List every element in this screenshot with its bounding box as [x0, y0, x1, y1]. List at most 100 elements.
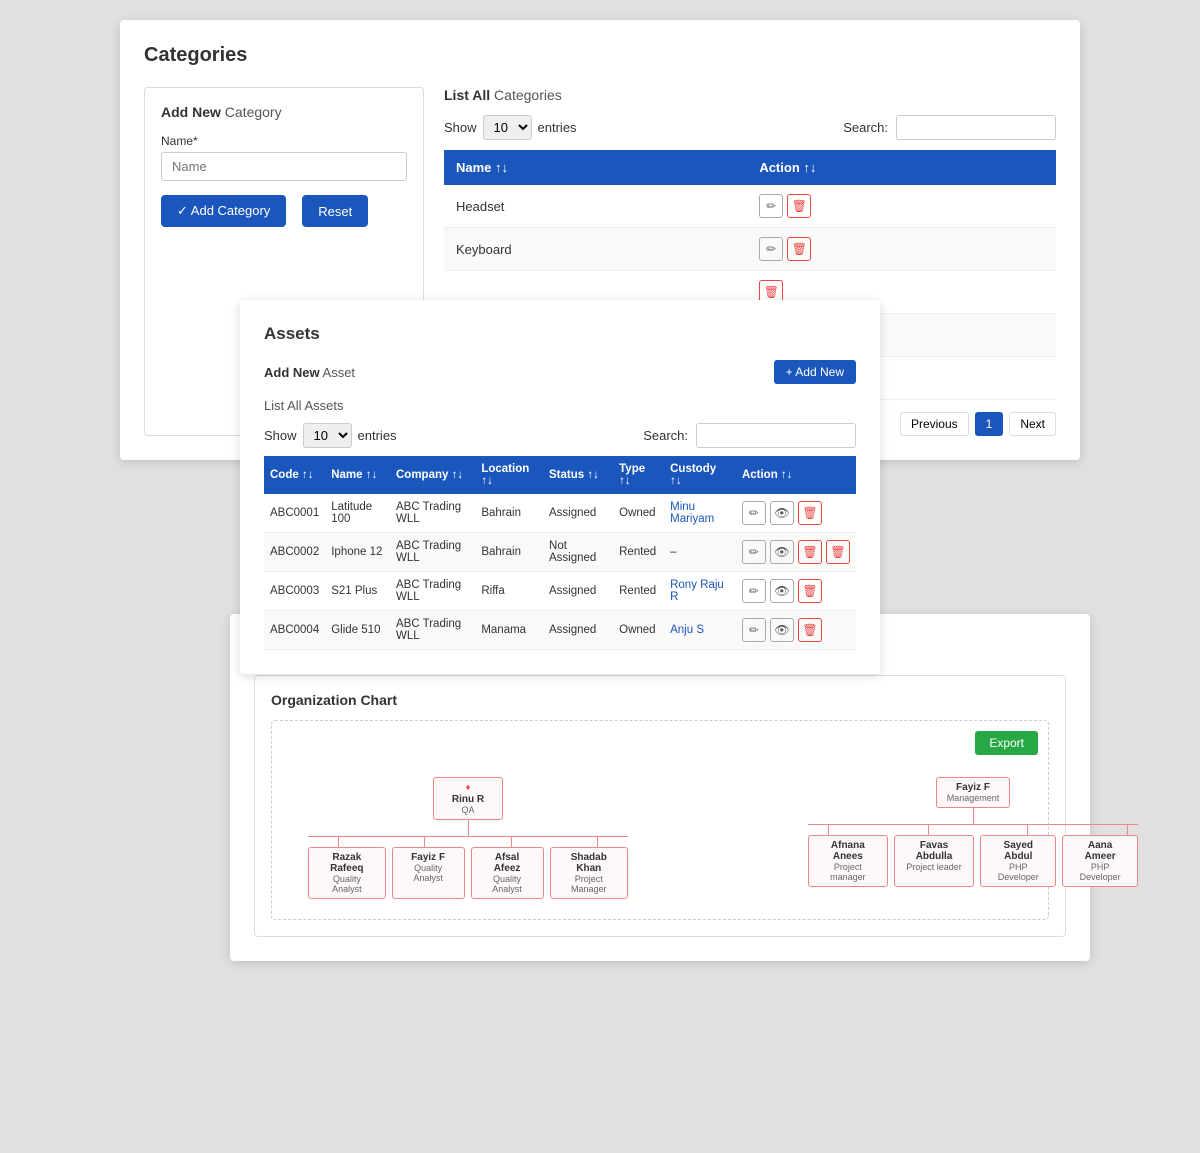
asset-company: ABC Trading WLL	[390, 494, 475, 533]
entries-select[interactable]: 10 25 50	[483, 115, 532, 140]
col-name: Name ↑↓	[444, 150, 747, 185]
org-node-rinu: ♦ Rinu R QA	[433, 777, 503, 820]
delete-button[interactable]: 🗑	[798, 501, 822, 525]
asset-type: Owned	[613, 494, 664, 533]
category-name: Keyboard	[444, 228, 747, 271]
asset-code: ABC0002	[264, 533, 325, 572]
page-1-button[interactable]: 1	[975, 412, 1004, 436]
prev-page-button[interactable]: Previous	[900, 412, 969, 436]
asset-location: Bahrain	[475, 494, 543, 533]
asset-company: ABC Trading WLL	[390, 611, 475, 650]
asset-custody: –	[664, 533, 736, 572]
delete-button[interactable]: 🗑	[826, 540, 850, 564]
asset-status: Assigned	[543, 494, 613, 533]
name-input[interactable]	[161, 152, 407, 181]
asset-name: Iphone 12	[325, 533, 390, 572]
categories-title: Categories	[144, 44, 1056, 67]
delete-button[interactable]: 🗑	[798, 540, 822, 564]
asset-location: Riffa	[475, 572, 543, 611]
org-node-shadab: Shadab Khan Project Manager	[550, 847, 629, 899]
org-chart-area: Export ♦ Rinu R QA	[271, 720, 1049, 920]
reset-button[interactable]: Reset	[302, 195, 368, 227]
edit-button[interactable]: ✏	[742, 540, 766, 564]
table-row: ABC0002 Iphone 12 ABC Trading WLL Bahrai…	[264, 533, 856, 572]
org-node-favas: Favas Abdulla Project leader	[894, 835, 975, 887]
col-code: Code ↑↓	[264, 456, 325, 494]
show-label: Show	[444, 120, 477, 135]
edit-button[interactable]: ✏	[759, 194, 783, 218]
view-button[interactable]: 👁	[770, 501, 794, 525]
edit-button[interactable]: ✏	[742, 501, 766, 525]
entries-label: entries	[538, 120, 577, 135]
col-name: Name ↑↓	[325, 456, 390, 494]
asset-company: ABC Trading WLL	[390, 533, 475, 572]
org-node-afnana: Afnana Anees Project manager	[808, 835, 888, 887]
assets-search-label: Search:	[643, 428, 688, 443]
asset-type: Rented	[613, 572, 664, 611]
view-button[interactable]: 👁	[770, 579, 794, 603]
delete-button[interactable]: 🗑	[798, 579, 822, 603]
asset-type: Owned	[613, 611, 664, 650]
export-button[interactable]: Export	[975, 731, 1038, 755]
asset-type: Rented	[613, 533, 664, 572]
asset-company: ABC Trading WLL	[390, 572, 475, 611]
asset-custody: Rony Raju R	[664, 572, 736, 611]
custody-link[interactable]: Rony Raju R	[670, 579, 724, 603]
asset-custody: Anju S	[664, 611, 736, 650]
assets-card: Assets Add New Asset + Add New List All …	[240, 300, 880, 674]
table-row: Headset ✏ 🗑	[444, 185, 1056, 228]
col-location: Location ↑↓	[475, 456, 543, 494]
category-name: Headset	[444, 185, 747, 228]
asset-status: Assigned	[543, 572, 613, 611]
asset-code: ABC0004	[264, 611, 325, 650]
edit-button[interactable]: ✏	[742, 618, 766, 642]
custody-link[interactable]: Anju S	[670, 624, 704, 636]
edit-button[interactable]: ✏	[759, 237, 783, 261]
org-node-sayed: Sayed Abdul PHP Developer	[980, 835, 1056, 887]
table-row: Keyboard ✏ 🗑	[444, 228, 1056, 271]
col-type: Type ↑↓	[613, 456, 664, 494]
add-category-button[interactable]: ✓ Add Category	[161, 195, 286, 227]
add-new-asset-button[interactable]: + Add New	[774, 360, 856, 384]
assets-entries-select[interactable]: 10 25	[303, 423, 352, 448]
asset-name: S21 Plus	[325, 572, 390, 611]
view-button[interactable]: 👁	[770, 618, 794, 642]
search-label: Search:	[843, 120, 888, 135]
col-company: Company ↑↓	[390, 456, 475, 494]
add-category-panel-title: Add New Category	[161, 104, 407, 120]
col-custody: Custody ↑↓	[664, 456, 736, 494]
asset-name: Latitude 100	[325, 494, 390, 533]
assets-table: Code ↑↓ Name ↑↓ Company ↑↓ Location ↑↓ S…	[264, 456, 856, 650]
table-row: ABC0004 Glide 510 ABC Trading WLL Manama…	[264, 611, 856, 650]
org-inner-panel: Organization Chart Export ♦ Rinu R QA	[254, 675, 1066, 937]
asset-location: Manama	[475, 611, 543, 650]
org-node-afsal: Afsal Afeez Quality Analyst	[471, 847, 544, 899]
col-action: Action ↑↓	[747, 150, 1056, 185]
search-input[interactable]	[896, 115, 1056, 140]
table-row: ABC0003 S21 Plus ABC Trading WLL Riffa A…	[264, 572, 856, 611]
list-all-assets-label: List All Assets	[264, 398, 856, 413]
asset-custody: Minu Mariyam	[664, 494, 736, 533]
custody-link[interactable]: Minu Mariyam	[670, 501, 714, 525]
assets-title: Assets	[264, 324, 856, 344]
col-status: Status ↑↓	[543, 456, 613, 494]
next-page-button[interactable]: Next	[1009, 412, 1056, 436]
asset-status: Assigned	[543, 611, 613, 650]
asset-code: ABC0001	[264, 494, 325, 533]
assets-entries-label: entries	[358, 428, 397, 443]
view-button[interactable]: 👁	[770, 540, 794, 564]
asset-name: Glide 510	[325, 611, 390, 650]
add-asset-label: Add New Asset	[264, 365, 355, 380]
org-node-fayiz-mgmt: Fayiz F Management	[936, 777, 1011, 808]
org-inner-title: Organization Chart	[271, 692, 1049, 708]
org-node-fayiz2: Fayiz F Quality Analyst	[392, 847, 465, 899]
delete-button[interactable]: 🗑	[798, 618, 822, 642]
name-label: Name*	[161, 134, 407, 148]
org-node-razak: Razak Rafeeq Quality Analyst	[308, 847, 386, 899]
assets-search-input[interactable]	[696, 423, 856, 448]
delete-button[interactable]: 🗑	[787, 194, 811, 218]
delete-button[interactable]: 🗑	[787, 237, 811, 261]
edit-button[interactable]: ✏	[742, 579, 766, 603]
asset-code: ABC0003	[264, 572, 325, 611]
custody-value: –	[670, 546, 676, 558]
